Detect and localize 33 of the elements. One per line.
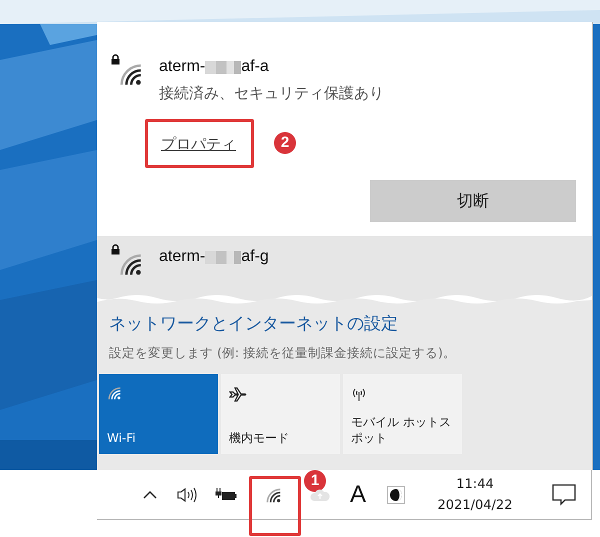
properties-link[interactable]: プロパティ — [161, 133, 236, 156]
airplane-icon — [229, 386, 247, 402]
wifi-icon — [118, 252, 142, 276]
callout-badge: 2 — [274, 132, 296, 154]
wifi-icon — [118, 62, 142, 86]
battery-plug-icon[interactable] — [215, 486, 237, 502]
redaction-mark — [205, 60, 242, 74]
highlight-frame — [249, 476, 301, 536]
network-name: aterm- — [159, 248, 206, 266]
speaker-icon[interactable] — [177, 486, 199, 502]
disconnect-button[interactable]: 切断 — [370, 180, 576, 222]
connection-status: 接続済み、セキュリティ保護あり — [159, 84, 384, 103]
network-name: aterm- — [159, 58, 206, 76]
callout-badge: 1 — [304, 470, 326, 492]
quick-action-tile[interactable]: 機内モード — [221, 374, 340, 454]
cloud-icon[interactable] — [310, 488, 330, 502]
quick-action-tile[interactable]: Wi-Fi — [99, 374, 218, 454]
clock-time[interactable]: 11:44 — [456, 474, 494, 494]
settings-description: 設定を変更します (例: 接続を従量制課金接続に設定する)。 — [109, 345, 456, 362]
wifi-icon — [107, 386, 121, 400]
network-name: af-a — [241, 58, 269, 76]
chevron-up-icon[interactable] — [143, 490, 157, 500]
quick-action-tile[interactable]: モバイル ホットス ポット — [343, 374, 462, 454]
clock-date[interactable]: 2021/04/22 — [438, 494, 512, 516]
input-mode-indicator[interactable]: A — [350, 480, 366, 508]
redaction-mark — [205, 250, 242, 264]
network-item[interactable]: aterm- af-g — [97, 236, 592, 292]
wifi-icon[interactable] — [265, 486, 281, 502]
hotspot-icon — [351, 386, 367, 402]
network-name: af-g — [241, 248, 269, 266]
chat-bubble-icon[interactable] — [552, 484, 576, 506]
settings-link[interactable]: ネットワークとインターネットの設定 — [109, 312, 398, 335]
half-circle-icon[interactable] — [387, 486, 405, 504]
